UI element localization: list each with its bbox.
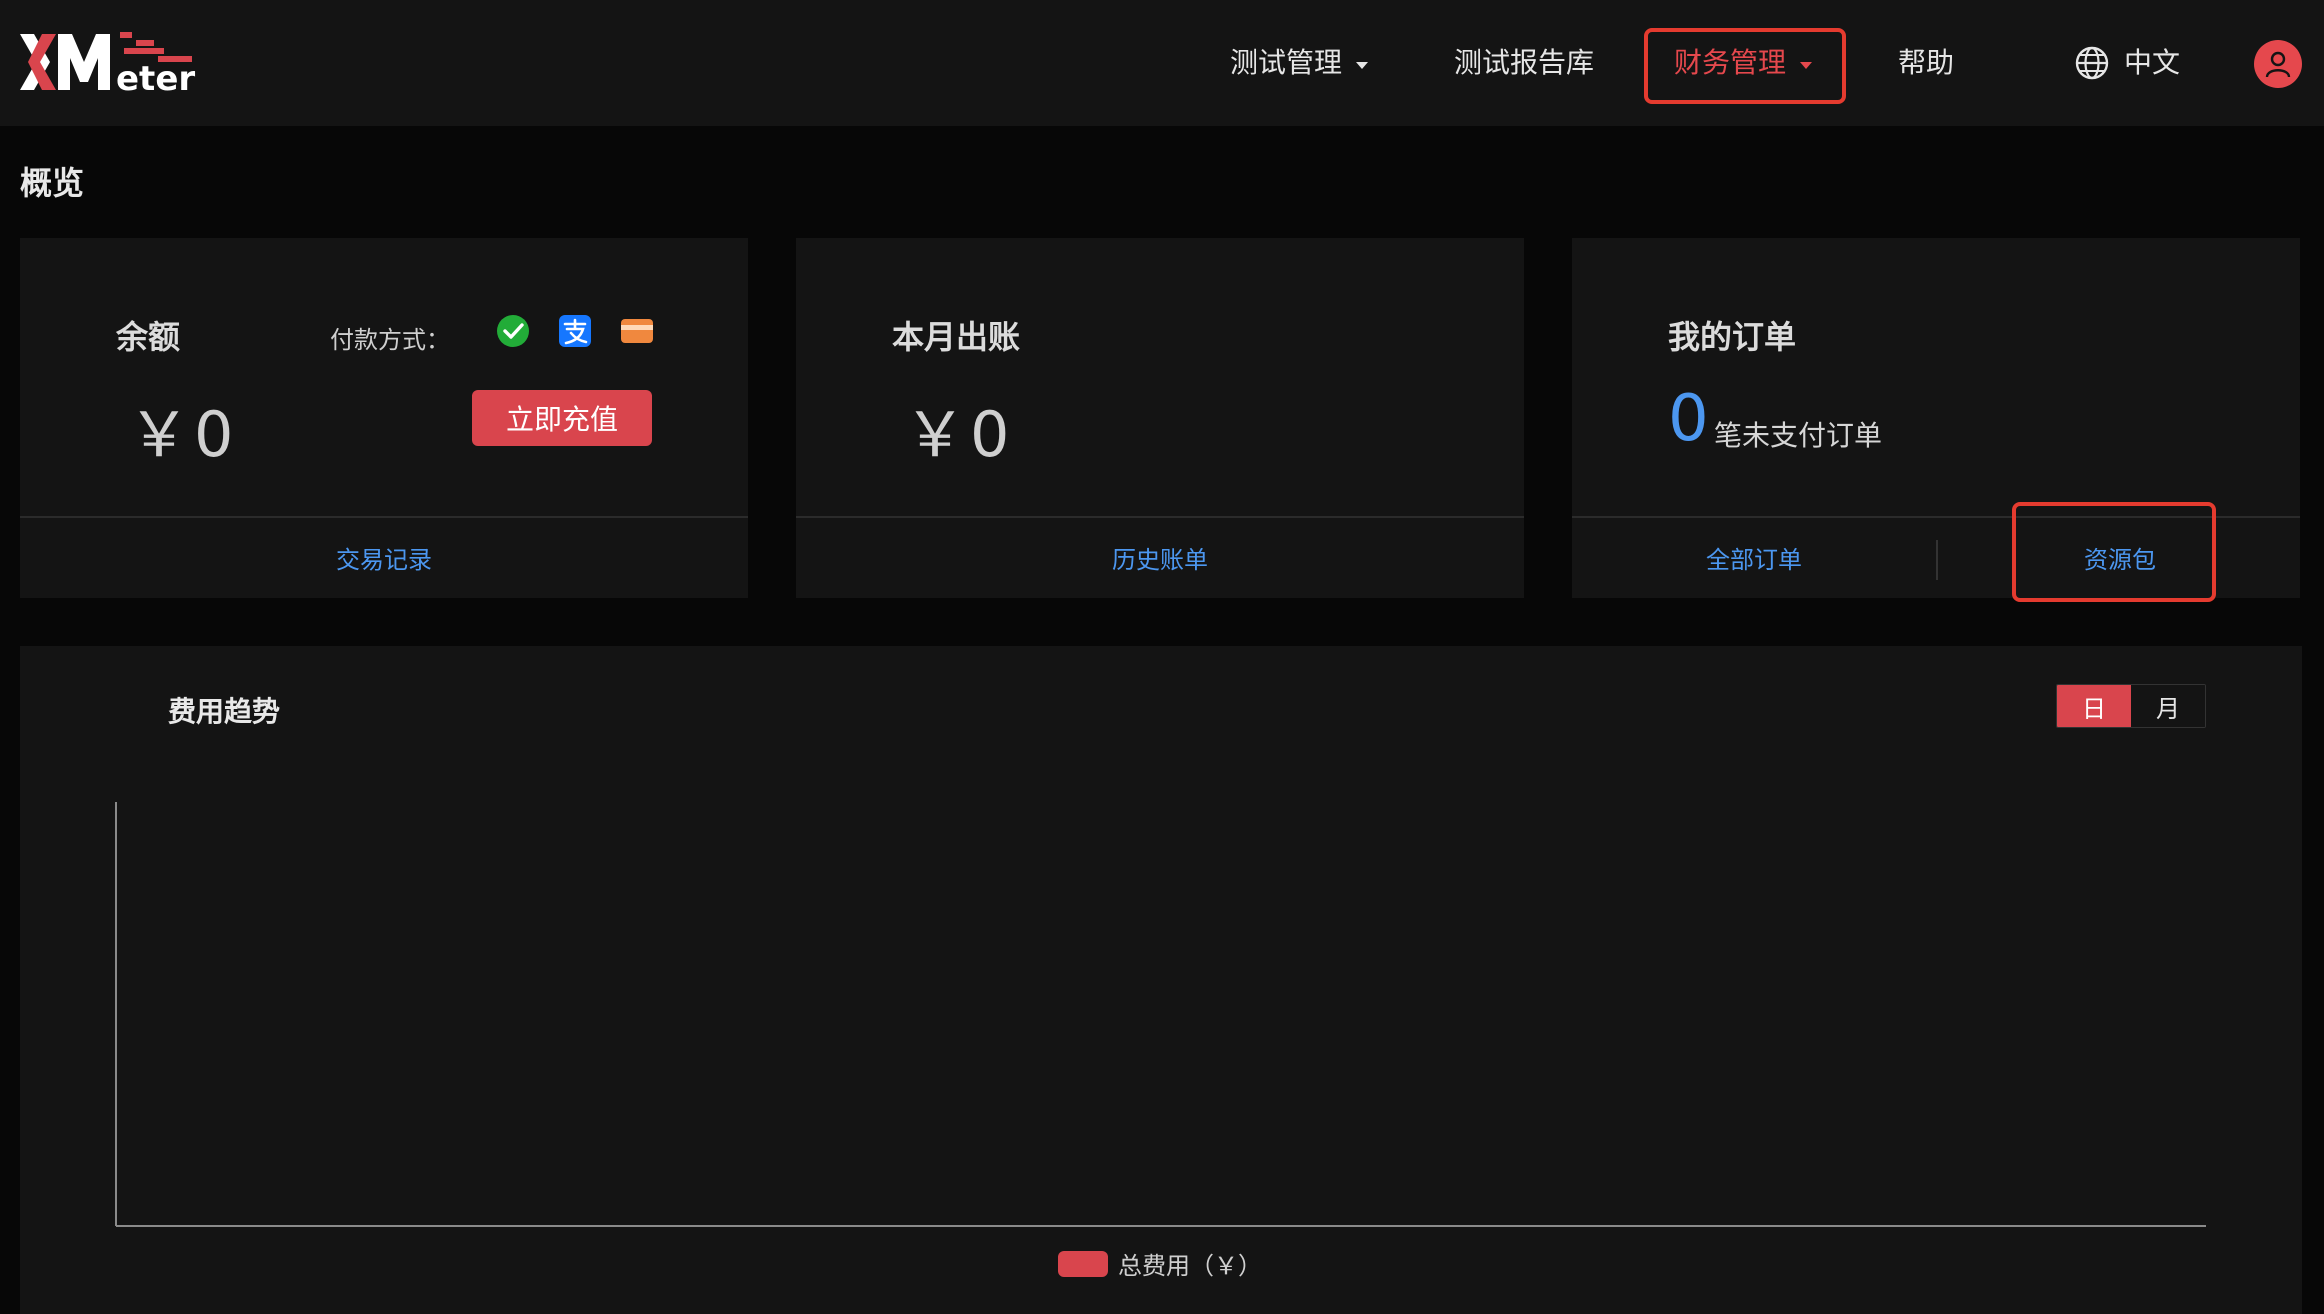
my-orders-title: 我的订单 (1668, 318, 1797, 356)
nav-label: 帮助 (1898, 46, 1955, 79)
unpaid-orders-count[interactable]: 0 (1668, 382, 1709, 456)
unpaid-orders-label: 笔未支付订单 (1714, 419, 1883, 452)
balance-card: 余额 付款方式： ￥0 立即充值 交易记录 (20, 238, 748, 598)
alipay-icon[interactable] (558, 314, 592, 348)
nav-label: 财务管理 (1674, 46, 1787, 79)
vertical-divider (1936, 540, 1938, 580)
top-navbar: eter 测试管理 测试报告库 财务管理 帮助 中文 (0, 0, 2324, 126)
monthly-bill-title: 本月出账 (892, 318, 1021, 356)
language-label: 中文 (2124, 46, 2181, 79)
history-bills-link[interactable]: 历史账单 (1112, 540, 1208, 575)
recharge-button[interactable]: 立即充值 (472, 390, 652, 446)
user-avatar[interactable] (2254, 40, 2302, 88)
user-icon (2265, 51, 2291, 78)
legend-swatch (1058, 1250, 1108, 1277)
all-orders-link[interactable]: 全部订单 (1706, 540, 1802, 575)
nav-help[interactable]: 帮助 (1898, 40, 1954, 86)
balance-title: 余额 (116, 318, 181, 356)
svg-text:eter: eter (116, 59, 195, 94)
chevron-down-icon (1356, 61, 1369, 69)
globe-icon (2075, 46, 2109, 80)
monthly-bill-amount: ￥0 (904, 398, 1014, 471)
page-title: 概览 (20, 164, 85, 202)
cost-trend-chart (115, 802, 2206, 1227)
nav-test-management[interactable]: 测试管理 (1230, 40, 1369, 86)
nav-finance-management[interactable]: 财务管理 (1674, 40, 1813, 86)
nav-label: 测试管理 (1230, 46, 1343, 79)
payment-method-label: 付款方式： (330, 326, 450, 354)
chart-legend[interactable]: 总费用（￥） (1058, 1246, 1262, 1281)
legend-label: 总费用（￥） (1118, 1252, 1262, 1280)
chevron-down-icon (1800, 61, 1813, 69)
bank-card-icon[interactable] (620, 314, 654, 348)
card-divider (796, 516, 1524, 518)
wechat-pay-icon[interactable] (496, 314, 530, 348)
resource-package-highlight (2012, 502, 2216, 602)
xmeter-logo[interactable]: eter (20, 28, 200, 94)
language-switcher[interactable]: 中文 (2074, 40, 2180, 86)
balance-amount: ￥0 (128, 398, 238, 471)
cost-trend-panel: 费用趋势 日 月 总费用（￥） (20, 646, 2302, 1314)
transaction-records-link[interactable]: 交易记录 (336, 540, 432, 575)
nav-test-report-library[interactable]: 测试报告库 (1454, 40, 1594, 86)
nav-label: 测试报告库 (1454, 46, 1595, 79)
card-divider (20, 516, 748, 518)
monthly-bill-card: 本月出账 ￥0 历史账单 (796, 238, 1524, 598)
